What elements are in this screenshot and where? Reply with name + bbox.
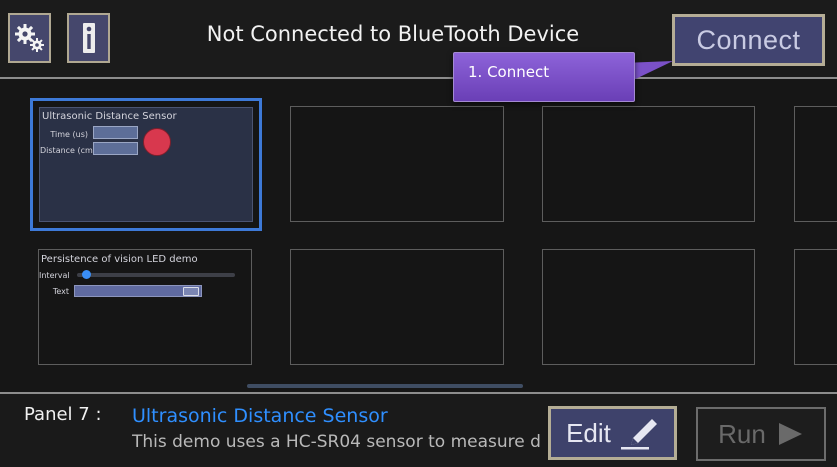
panel-number-label: Panel 7 :	[24, 404, 102, 425]
panel-preview-title: Ultrasonic Distance Sensor	[42, 111, 177, 122]
interval-label: Interval	[39, 271, 70, 280]
interval-slider-thumb	[82, 270, 91, 279]
panel-tile-1[interactable]: Ultrasonic Distance Sensor Time (us) Dis…	[30, 98, 262, 231]
panel-tile-2[interactable]	[290, 106, 504, 222]
panel-name: Ultrasonic Distance Sensor	[132, 405, 388, 427]
time-field-box	[93, 126, 138, 139]
panel-preview: Ultrasonic Distance Sensor Time (us) Dis…	[39, 107, 253, 222]
panel-tile-5[interactable]: Persistence of vision LED demo Interval …	[38, 249, 252, 365]
distance-field-label: Distance (cm)	[40, 146, 96, 155]
keyboard-icon	[183, 287, 199, 296]
settings-button[interactable]	[8, 13, 51, 63]
play-arrow-icon	[778, 423, 802, 445]
panel-preview-title: Persistence of vision LED demo	[41, 254, 198, 265]
pencil-icon	[620, 419, 657, 450]
text-input-preview	[74, 285, 202, 297]
horizontal-scrollbar[interactable]	[247, 384, 523, 388]
connect-tooltip: 1. Connect	[453, 52, 635, 102]
text-label: Text	[52, 287, 69, 296]
gears-icon	[14, 24, 44, 52]
panel-tile-3[interactable]	[542, 106, 755, 222]
panel-tile-6[interactable]	[290, 249, 504, 365]
info-button[interactable]	[67, 13, 110, 63]
connect-button[interactable]: Connect	[672, 14, 825, 66]
time-field-label: Time (us)	[50, 130, 88, 139]
run-button[interactable]: Run	[696, 407, 826, 461]
run-button-label: Run	[718, 418, 766, 449]
header-divider	[0, 77, 837, 79]
connection-status-title: Not Connected to BlueTooth Device	[206, 22, 580, 46]
panel-tile-7[interactable]	[542, 249, 755, 365]
tooltip-text: 1. Connect	[468, 63, 550, 81]
distance-field-box	[93, 142, 138, 155]
panel-tile-4[interactable]	[794, 106, 837, 222]
panel-description: This demo uses a HC-SR04 sensor to measu…	[132, 432, 541, 452]
edit-button[interactable]: Edit	[548, 406, 677, 460]
led-indicator	[143, 128, 171, 156]
edit-button-label: Edit	[566, 417, 611, 448]
interval-slider	[77, 273, 235, 277]
info-icon	[82, 23, 95, 53]
panel-tile-8[interactable]	[794, 249, 837, 365]
